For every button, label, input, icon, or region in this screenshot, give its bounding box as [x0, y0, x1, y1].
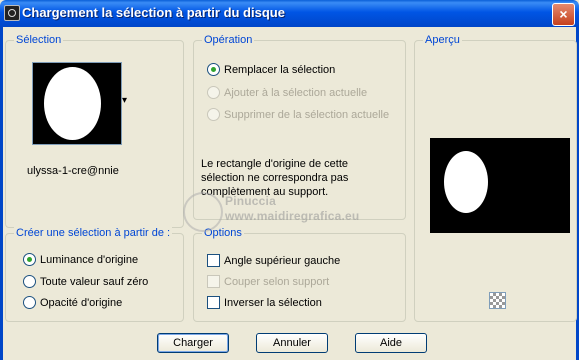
radio-dot: [23, 253, 36, 266]
radio-label: Ajouter à la sélection actuelle: [224, 86, 368, 99]
radio-label: Remplacer la sélection: [224, 63, 336, 76]
checkbox-box: [207, 254, 220, 267]
watermark-logo-icon: [183, 192, 223, 232]
close-button[interactable]: ×: [552, 3, 575, 26]
radio-label: Toute valeur sauf zéro: [40, 275, 149, 288]
create-selection-group: Créer une sélection à partir de : Lumina…: [5, 227, 184, 322]
app-icon: [4, 5, 20, 21]
radio-subtract-selection[interactable]: Supprimer de la sélection actuelle: [207, 108, 389, 121]
radio-dot: [23, 275, 36, 288]
radio-label: Supprimer de la sélection actuelle: [224, 108, 390, 121]
watermark-line2: www.maidiregrafica.eu: [225, 209, 360, 223]
checkbox-label: Inverser la sélection: [224, 296, 322, 309]
radio-replace-selection[interactable]: Remplacer la sélection: [207, 63, 335, 76]
checkbox-crop-to-canvas[interactable]: Couper selon support: [207, 275, 329, 288]
checkbox-label: Couper selon support: [224, 275, 330, 288]
selection-group: Sélection ▾ ulyssa-1-cre@nnie: [5, 34, 184, 228]
preview-group-title: Aperçu: [423, 34, 462, 46]
radio-dot: [207, 86, 220, 99]
chevron-down-icon[interactable]: ▾: [122, 95, 127, 106]
operation-group: Opération Remplacer la sélection Ajouter…: [193, 34, 406, 220]
operation-group-title: Opération: [202, 34, 255, 46]
window-title: Chargement la sélection à partir du disq…: [22, 5, 285, 20]
radio-label: Opacité d'origine: [40, 296, 123, 309]
checkbox-invert-selection[interactable]: Inverser la sélection: [207, 296, 322, 309]
selection-group-title: Sélection: [14, 34, 64, 46]
radio-source-luminance[interactable]: Luminance d'origine: [23, 253, 138, 266]
options-group: Options Angle supérieur gauche Couper se…: [193, 227, 406, 322]
radio-dot: [207, 108, 220, 121]
radio-dot: [207, 63, 220, 76]
transparency-icon[interactable]: [489, 292, 506, 309]
checkbox-box: [207, 296, 220, 309]
radio-dot: [23, 296, 36, 309]
title-bar: Chargement la sélection à partir du disq…: [0, 0, 579, 27]
help-button[interactable]: Aide: [355, 333, 427, 353]
radio-add-selection[interactable]: Ajouter à la sélection actuelle: [207, 86, 367, 99]
watermark-line1: Pinuccia: [225, 194, 276, 208]
checkbox-box: [207, 275, 220, 288]
checkbox-top-left-corner[interactable]: Angle supérieur gauche: [207, 254, 340, 267]
preview-group: Aperçu: [414, 34, 577, 322]
checkbox-label: Angle supérieur gauche: [224, 254, 341, 267]
selection-thumbnail[interactable]: [32, 62, 122, 145]
radio-source-opacity[interactable]: Opacité d'origine: [23, 296, 122, 309]
operation-note: Le rectangle d'origine de cette sélectio…: [201, 158, 349, 198]
cancel-button[interactable]: Annuler: [256, 333, 328, 353]
dialog-body: Sélection ▾ ulyssa-1-cre@nnie Opération …: [0, 27, 579, 360]
radio-any-nonzero[interactable]: Toute valeur sauf zéro: [23, 275, 148, 288]
create-selection-group-title: Créer une sélection à partir de :: [14, 227, 173, 239]
radio-label: Luminance d'origine: [40, 253, 139, 266]
load-button[interactable]: Charger: [157, 333, 229, 353]
preview-image: [430, 138, 570, 233]
selection-filename: ulyssa-1-cre@nnie: [27, 165, 119, 177]
